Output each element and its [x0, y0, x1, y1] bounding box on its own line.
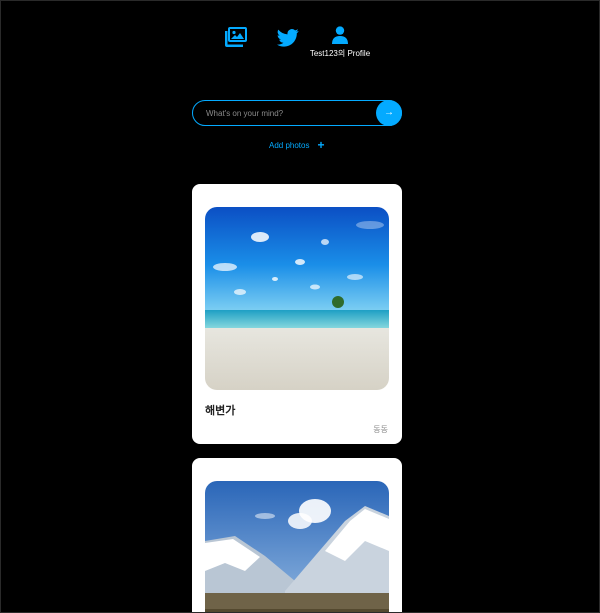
tweet-input[interactable]	[192, 100, 402, 126]
plus-icon: +	[317, 138, 325, 152]
add-photos-button[interactable]: Add photos +	[269, 138, 325, 152]
profile-label: Test123의 Profile	[309, 49, 371, 58]
app-frame: Test123의 Profile → Add photos +	[0, 0, 600, 613]
submit-arrow-button[interactable]: →	[376, 100, 402, 126]
photo-album-icon	[225, 27, 247, 47]
nav-profile-link[interactable]: Test123의 Profile	[307, 26, 373, 62]
add-photos-label: Add photos	[269, 141, 310, 150]
nav-home-link[interactable]	[277, 28, 299, 48]
beach-photo	[205, 207, 389, 390]
tweet-text: 해변가	[205, 404, 236, 417]
twitter-bird-icon	[277, 29, 299, 47]
tweet-card	[192, 458, 402, 612]
mountain-photo	[205, 481, 389, 612]
tweet-card: 해변가 동동	[192, 184, 402, 444]
nav-photos-link[interactable]	[224, 26, 248, 48]
tweet-author: 동동	[373, 425, 388, 434]
tweet-form: →	[192, 100, 402, 126]
user-icon	[332, 26, 348, 44]
